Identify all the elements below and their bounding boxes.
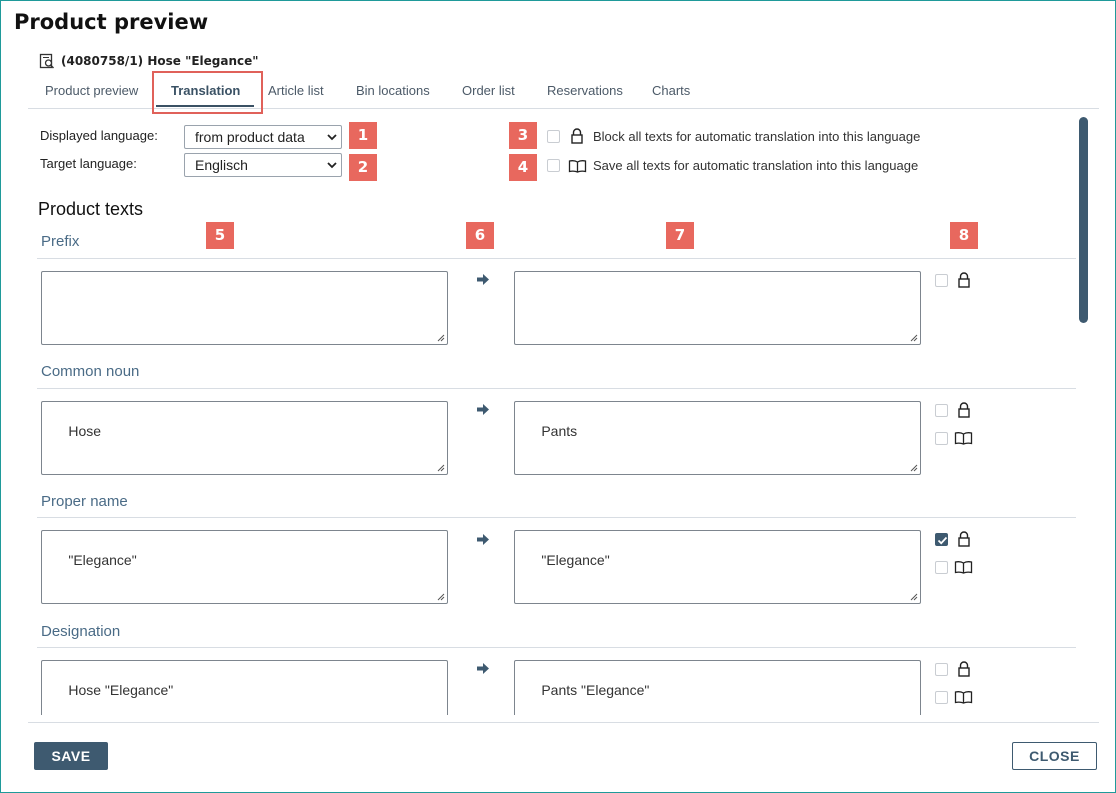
chevron-down-icon [327, 162, 337, 169]
designation-target-textarea[interactable]: Pants "Elegance" [514, 660, 921, 715]
block-all-label: Block all texts for automatic translatio… [593, 129, 921, 144]
tab-reservations[interactable]: Reservations [547, 73, 623, 108]
proper-name-source-textarea[interactable]: "Elegance" [41, 530, 448, 604]
displayed-language-value: from product data [195, 129, 305, 145]
tab-bin-locations[interactable]: Bin locations [356, 73, 430, 108]
block-all-checkbox[interactable] [547, 130, 560, 143]
resize-grip-icon[interactable] [910, 593, 918, 601]
product-heading-text: (4080758/1) Hose "Elegance" [61, 54, 259, 68]
designation-dictionary-checkbox[interactable] [935, 691, 948, 704]
section-title: Product texts [38, 199, 144, 219]
tab-order-list[interactable]: Order list [462, 73, 515, 108]
scrollbar-thumb[interactable] [1079, 117, 1088, 323]
common-noun-source-text: Hose [68, 423, 102, 439]
save-all-checkbox[interactable] [547, 159, 560, 172]
common-noun-lock-checkbox[interactable] [935, 404, 948, 417]
resize-grip-icon[interactable] [910, 334, 918, 342]
lock-icon [571, 128, 583, 144]
callout-badge-1: 1 [349, 122, 377, 149]
window-title: Product preview [14, 10, 209, 34]
tab-product-preview[interactable]: Product preview [45, 73, 138, 108]
designation-target-text: Pants "Elegance" [541, 682, 650, 698]
field-label-proper-name: Proper name [41, 493, 128, 510]
proper-name-dictionary-checkbox[interactable] [935, 561, 948, 574]
target-language-value: Englisch [195, 157, 248, 173]
callout-badge-3: 3 [509, 122, 537, 149]
callout-badge-7: 7 [666, 222, 694, 249]
save-button[interactable]: SAVE [34, 742, 108, 770]
checkmark-icon [937, 536, 948, 545]
dictionary-book-icon [568, 160, 587, 173]
callout-badge-2: 2 [349, 154, 377, 181]
callout-badge-5: 5 [206, 222, 234, 249]
callout-badge-8: 8 [950, 222, 978, 249]
resize-grip-icon[interactable] [437, 464, 445, 472]
close-button[interactable]: CLOSE [1012, 742, 1097, 770]
resize-grip-icon[interactable] [437, 593, 445, 601]
resize-grip-icon[interactable] [437, 334, 445, 342]
designation-lock-checkbox[interactable] [935, 663, 948, 676]
callout-badge-6: 6 [466, 222, 494, 249]
arrow-right-icon [477, 404, 489, 415]
active-tab-highlight [152, 71, 263, 114]
footer-divider [28, 722, 1099, 723]
arrow-right-icon [477, 663, 489, 674]
product-preview-window: Product preview (4080758/1) Hose "Elegan… [0, 0, 1116, 793]
prefix-source-textarea[interactable] [41, 271, 448, 345]
field-label-common-noun: Common noun [41, 363, 140, 380]
translation-panel: Displayed language: from product data 1 … [28, 109, 1099, 715]
lock-icon [958, 272, 970, 288]
divider [37, 258, 1076, 259]
product-heading: (4080758/1) Hose "Elegance" [39, 52, 259, 70]
callout-badge-4: 4 [509, 154, 537, 181]
common-noun-target-text: Pants [541, 423, 578, 439]
prefix-target-textarea[interactable] [514, 271, 921, 345]
lock-icon [958, 402, 970, 418]
product-search-icon [39, 53, 55, 69]
proper-name-target-textarea[interactable]: "Elegance" [514, 530, 921, 604]
arrow-right-icon [477, 274, 489, 285]
field-label-prefix: Prefix [41, 233, 80, 250]
tab-article-list[interactable]: Article list [268, 73, 324, 108]
designation-source-textarea[interactable]: Hose "Elegance" [41, 660, 448, 715]
prefix-lock-checkbox[interactable] [935, 274, 948, 287]
proper-name-target-text: "Elegance" [541, 552, 610, 568]
target-language-select[interactable]: Englisch [184, 153, 342, 177]
designation-source-text: Hose "Elegance" [68, 682, 174, 698]
save-all-label: Save all texts for automatic translation… [593, 158, 919, 173]
common-noun-target-textarea[interactable]: Pants [514, 401, 921, 475]
proper-name-lock-checkbox[interactable] [935, 533, 948, 546]
divider [37, 388, 1076, 389]
common-noun-source-textarea[interactable]: Hose [41, 401, 448, 475]
dictionary-book-icon [954, 691, 973, 704]
displayed-language-label: Displayed language: [40, 128, 158, 143]
divider [37, 517, 1076, 518]
common-noun-dictionary-checkbox[interactable] [935, 432, 948, 445]
target-language-label: Target language: [40, 156, 137, 171]
dictionary-book-icon [954, 432, 973, 445]
lock-icon [958, 661, 970, 677]
resize-grip-icon[interactable] [910, 464, 918, 472]
arrow-right-icon [477, 534, 489, 545]
divider [37, 647, 1076, 648]
dictionary-book-icon [954, 561, 973, 574]
field-label-designation: Designation [41, 623, 121, 640]
chevron-down-icon [327, 134, 337, 141]
tab-charts[interactable]: Charts [652, 73, 690, 108]
displayed-language-select[interactable]: from product data [184, 125, 342, 149]
lock-icon [958, 531, 970, 547]
proper-name-source-text: "Elegance" [68, 552, 137, 568]
